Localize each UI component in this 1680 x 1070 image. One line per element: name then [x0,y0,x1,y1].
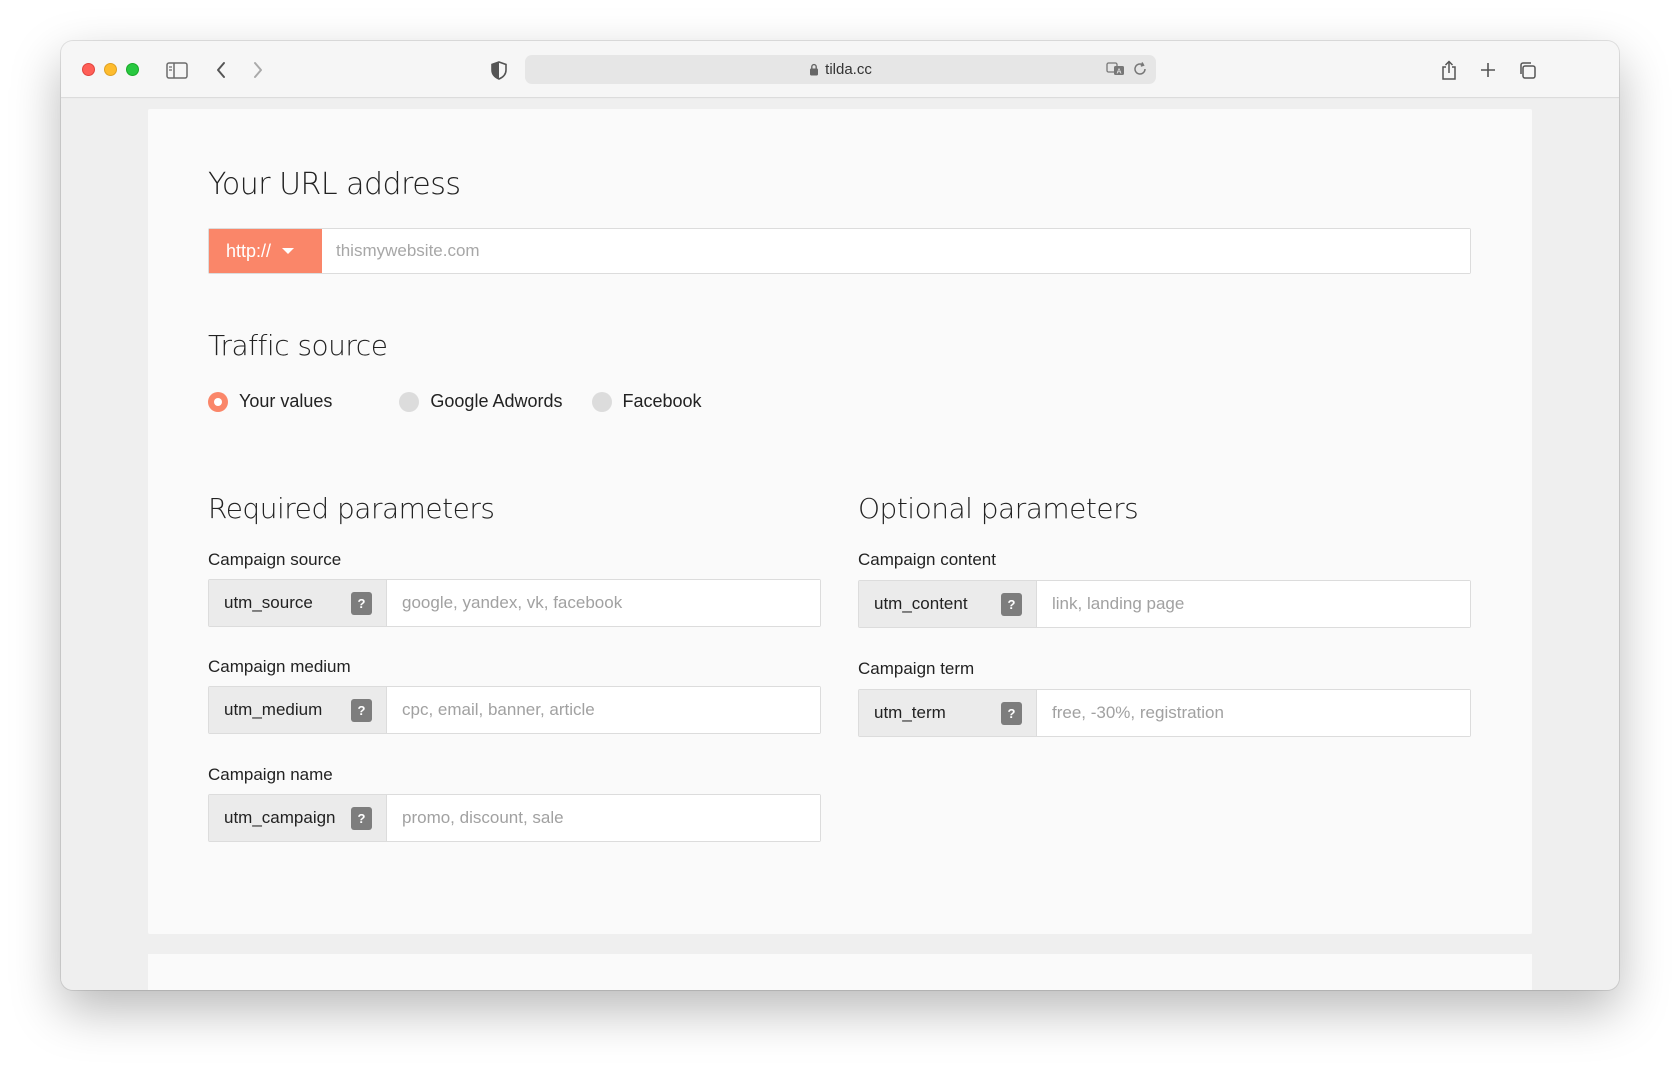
utm-campaign-key: utm_campaign ? [209,795,387,841]
utm-term-input[interactable] [1037,690,1470,736]
utm-medium-key: utm_medium ? [209,687,387,733]
param-key-text: utm_source [224,593,313,612]
utm-medium-input[interactable] [387,687,820,733]
utm-content-group: utm_content ? [858,580,1471,628]
radio-label: Your values [239,391,333,411]
param-key-text: utm_campaign [224,808,336,827]
protocol-dropdown[interactable]: http:// [209,229,322,273]
help-icon[interactable]: ? [351,806,372,830]
campaign-name-label: Campaign name [208,765,333,784]
radio-checked-icon [208,391,228,412]
caret-down-icon [282,248,295,254]
utm-content-input[interactable] [1037,581,1470,627]
protocol-label: http:// [226,240,272,261]
radio-unchecked-icon [399,391,420,412]
param-key-text: utm_medium [224,700,323,719]
zoom-window-button[interactable] [126,63,139,76]
utm-builder-card: Your URL address http:// Traffic source … [148,109,1532,934]
help-icon[interactable]: ? [1001,701,1022,725]
campaign-source-label: Campaign source [208,550,342,569]
utm-content-key: utm_content ? [859,581,1037,627]
radio-google-adwords[interactable]: Google Adwords [399,391,563,412]
help-icon[interactable]: ? [351,698,372,722]
campaign-medium-label: Campaign medium [208,657,351,676]
browser-toolbar: tilda.cc A [61,41,1619,98]
browser-window: tilda.cc A Your URL address http:// this… [61,41,1619,990]
traffic-source-options: Your values Google Adwords Facebook [208,391,702,412]
tab-overview-icon[interactable] [1514,57,1540,83]
url-section-title: Your URL address [208,167,461,202]
utm-source-input[interactable] [387,580,820,626]
optional-parameters-title: Optional parameters [858,492,1139,525]
utm-term-group: utm_term ? [858,689,1471,737]
help-icon[interactable]: ? [351,591,372,615]
utm-term-key: utm_term ? [859,690,1037,736]
campaign-content-label: Campaign content [858,550,996,569]
close-window-button[interactable] [82,63,95,76]
radio-label: Google Adwords [430,391,563,411]
param-key-text: utm_content [874,594,968,613]
campaign-term-label: Campaign term [858,659,975,678]
new-tab-plus-icon[interactable] [1475,57,1501,83]
back-chevron-icon[interactable] [208,57,234,83]
translate-icon[interactable]: A [1106,61,1126,81]
url-input-group: http:// [208,228,1471,274]
forward-chevron-icon[interactable] [245,57,271,83]
lock-icon [809,63,819,76]
svg-text:A: A [1117,68,1122,76]
minimize-window-button[interactable] [104,63,117,76]
radio-label: Facebook [622,391,702,411]
radio-unchecked-icon [591,391,612,412]
privacy-shield-icon[interactable] [486,57,512,83]
next-card [148,954,1532,990]
radio-your-values[interactable]: Your values [208,391,332,412]
param-key-text: utm_term [874,703,946,722]
utm-medium-group: utm_medium ? [208,686,821,734]
utm-campaign-group: utm_campaign ? [208,794,821,842]
help-icon[interactable]: ? [1001,592,1022,616]
website-url-input[interactable] [322,229,1470,273]
share-icon[interactable] [1436,57,1462,83]
utm-source-group: utm_source ? [208,579,821,627]
utm-source-key: utm_source ? [209,580,387,626]
traffic-source-title: Traffic source [208,329,388,362]
reload-icon[interactable] [1132,61,1148,81]
address-text: tilda.cc [825,61,872,78]
required-parameters-title: Required parameters [208,492,495,525]
page-content: Your URL address http:// Traffic source … [61,99,1619,990]
utm-campaign-input[interactable] [387,795,820,841]
radio-facebook[interactable]: Facebook [591,391,702,412]
sidebar-toggle-icon[interactable] [164,57,190,83]
address-bar[interactable]: tilda.cc A [525,55,1156,84]
